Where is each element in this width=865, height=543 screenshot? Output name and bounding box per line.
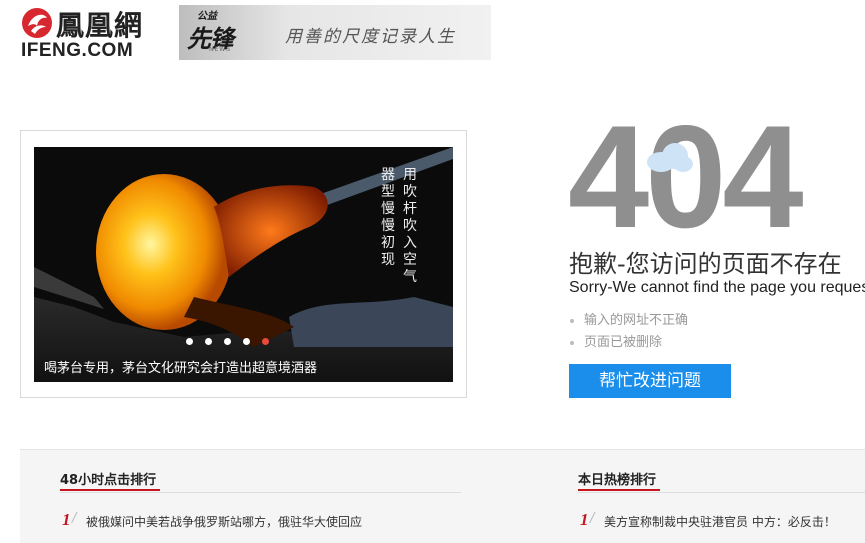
header-banner[interactable]: 公益 先锋 NEWS 用善的尺度记录人生 (179, 5, 491, 60)
error-reasons-list: 输入的网址不正确 页面已被删除 (569, 311, 688, 355)
logo-chinese-name: 鳳凰網 (56, 9, 144, 42)
rank-number: 1 (62, 510, 71, 529)
ranking-divider (578, 492, 865, 493)
rank-slash: / (590, 511, 595, 526)
error-subtitle: Sorry-We cannot find the page you reques (569, 279, 865, 296)
slide-dot-1[interactable] (186, 338, 193, 345)
slideshow-card: 用吹杆吹入空气 器型慢慢初现 喝茅台专用，茅台文化研究会打造出超意境酒器 (20, 130, 467, 398)
ranking-title-48h[interactable]: 48小时点击排行 (60, 469, 161, 491)
rankings-section: 48小时点击排行 1 / 被俄媒问中美若战争俄罗斯站哪方，俄驻华大使回应 本日热… (20, 449, 865, 543)
error-reason: 输入的网址不正确 (569, 311, 688, 333)
slide-dot-2[interactable] (205, 338, 212, 345)
overlay-text-col2: 器型慢慢初现 (381, 167, 395, 268)
cloud-icon (647, 143, 693, 172)
slide-dot-4[interactable] (243, 338, 250, 345)
ranking-headline[interactable]: 被俄媒问中美若战争俄罗斯站哪方，俄驻华大使回应 (86, 513, 362, 530)
banner-slogan: 用善的尺度记录人生 (285, 27, 456, 47)
slide-caption[interactable]: 喝茅台专用，茅台文化研究会打造出超意境酒器 (44, 357, 317, 376)
error-title: 抱歉-您访问的页面不存在 (569, 250, 842, 278)
ranking-title-today[interactable]: 本日热榜排行 (578, 469, 661, 491)
rank-number: 1 (580, 510, 589, 529)
banner-brand-en: NEWS (209, 46, 232, 53)
slide-dot-5[interactable] (262, 338, 269, 345)
overlay-text-col1: 用吹杆吹入空气 (403, 167, 417, 285)
error-reason: 页面已被删除 (569, 333, 688, 355)
slideshow-image[interactable]: 用吹杆吹入空气 器型慢慢初现 喝茅台专用，茅台文化研究会打造出超意境酒器 (34, 147, 453, 382)
help-improve-button[interactable]: 帮忙改进问题 (569, 364, 731, 398)
slide-indicators (186, 338, 276, 346)
ranking-headline[interactable]: 美方宣称制裁中央驻港官员 中方：必反击！ (604, 513, 836, 530)
phoenix-logo-icon (22, 8, 52, 38)
slide-dot-3[interactable] (224, 338, 231, 345)
ifeng-logo[interactable]: 鳳凰網 IFENG.COM (20, 4, 165, 61)
ranking-divider (60, 492, 461, 493)
error-code: 404 (568, 95, 804, 258)
logo-domain: IFENG.COM (21, 40, 134, 61)
rank-slash: / (72, 511, 77, 526)
